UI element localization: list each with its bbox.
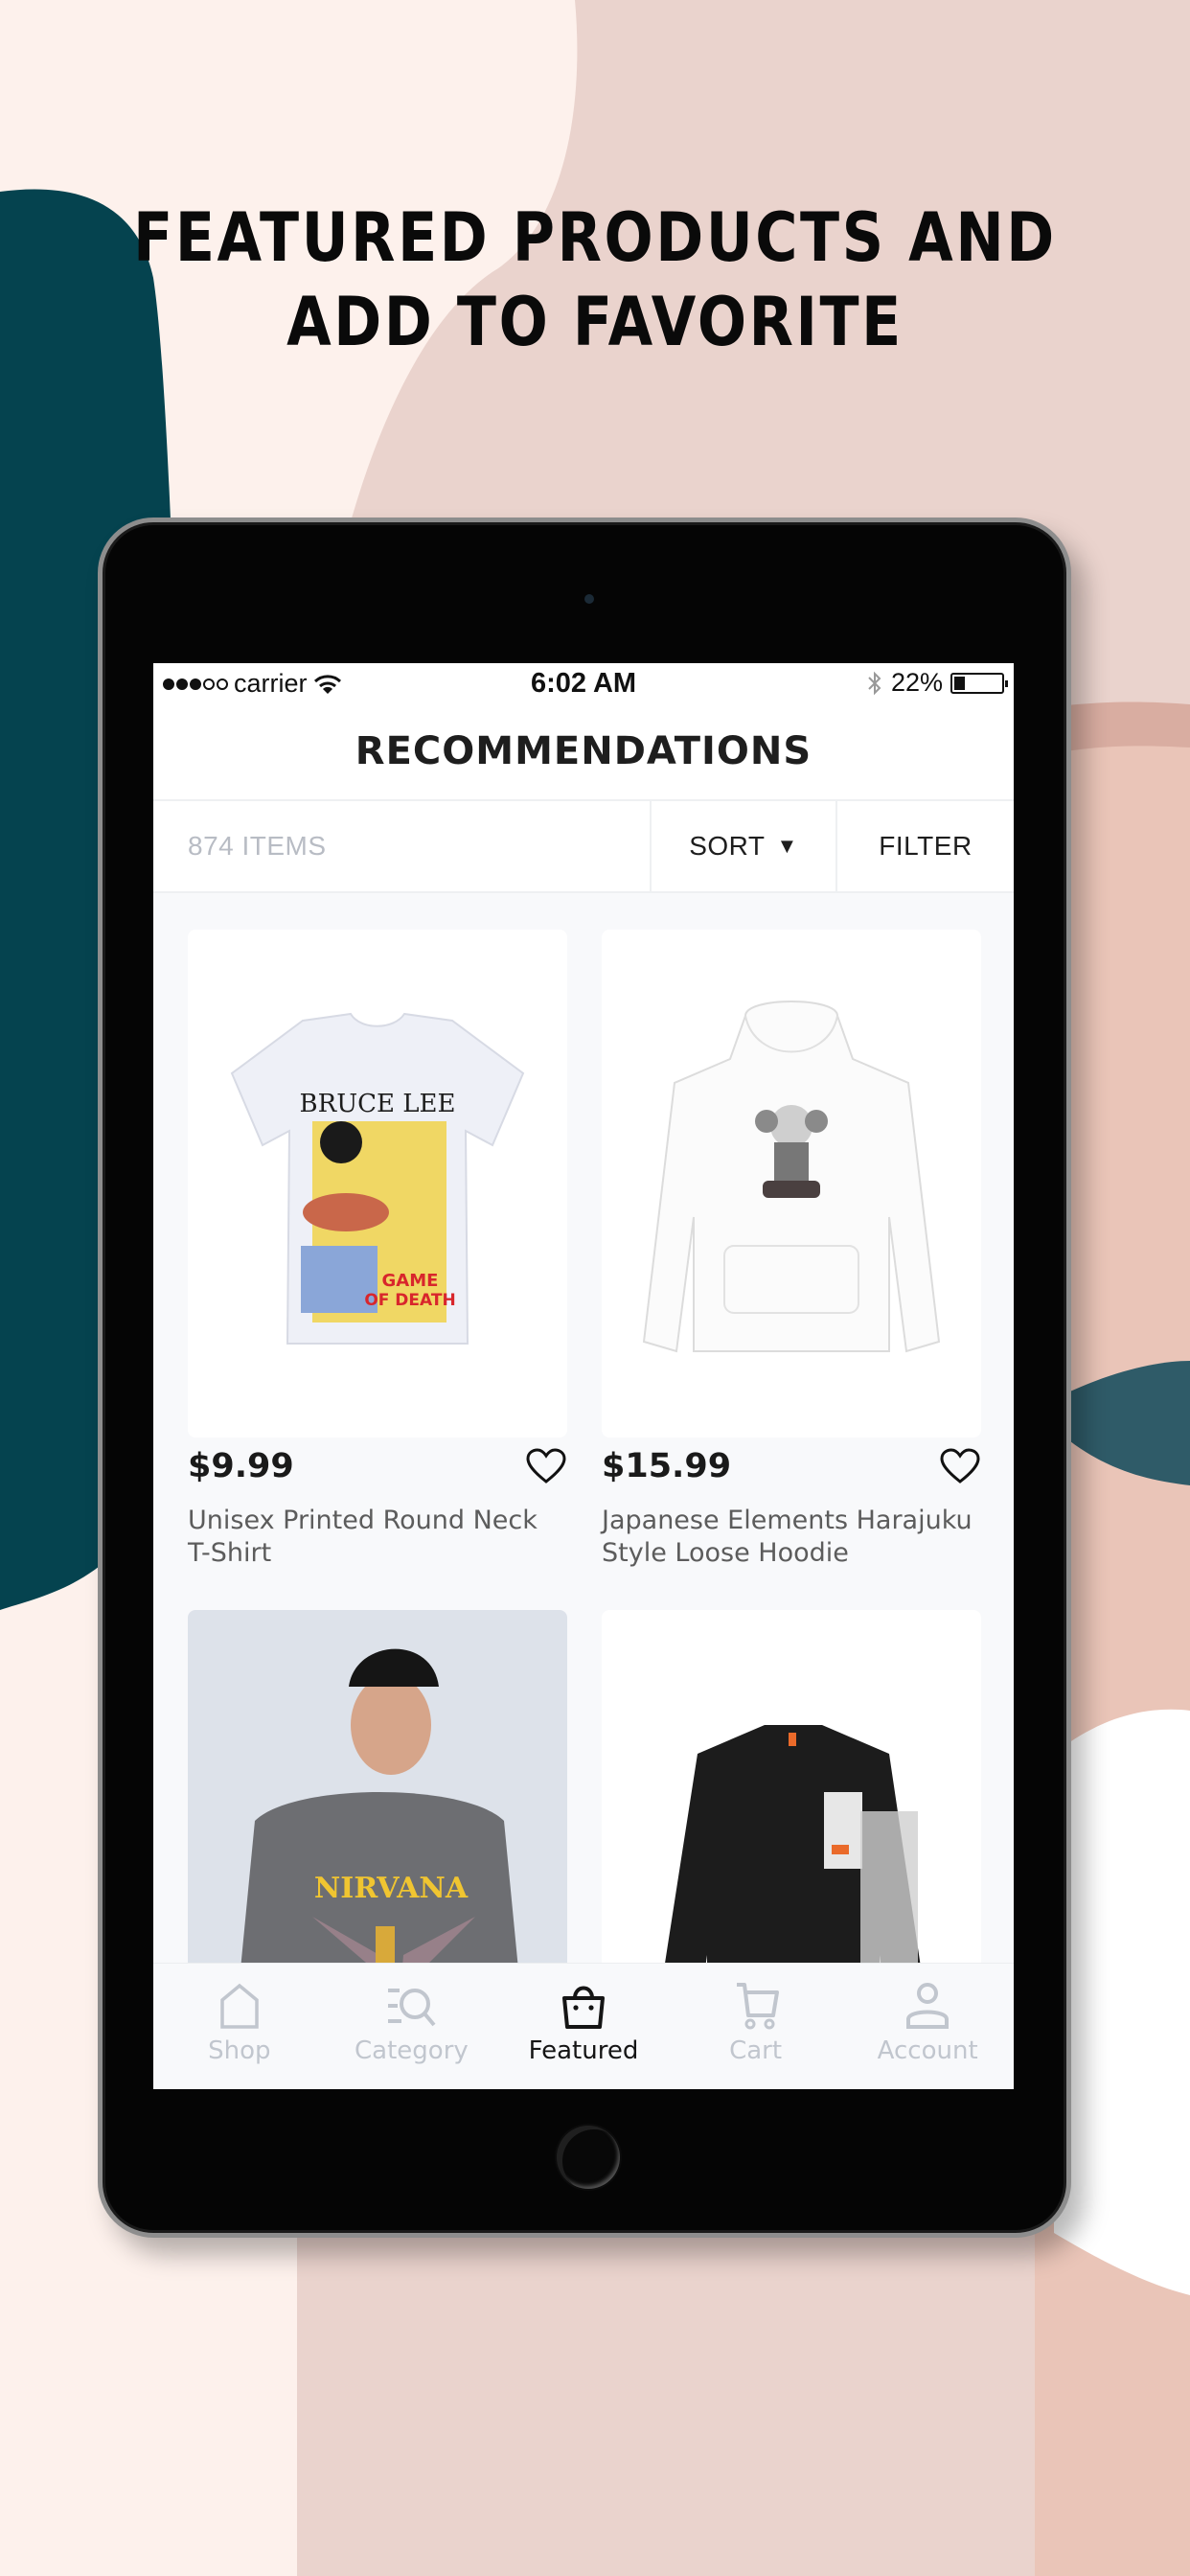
- sort-button[interactable]: SORT ▼: [650, 801, 835, 891]
- list-toolbar: 874 ITEMS SORT ▼ FILTER: [153, 799, 1014, 893]
- product-card[interactable]: $15.99 Japanese Elements Harajuku Style …: [602, 930, 981, 1610]
- tab-category[interactable]: Category: [326, 1964, 498, 2089]
- product-price: $15.99: [602, 1447, 732, 1485]
- tshirt-print-title: BRUCE LEE: [300, 1090, 456, 1118]
- headline-line-2: ADD TO FAVORITE: [286, 283, 904, 361]
- home-button[interactable]: [557, 2126, 620, 2189]
- tab-label: Featured: [528, 2036, 639, 2065]
- filter-label: FILTER: [879, 831, 973, 861]
- battery-icon: [950, 672, 1008, 694]
- product-card[interactable]: BRUCE LEE GAME OF DEATH $9.99 Unisex Pri…: [188, 930, 567, 1610]
- tshirt-print-sub1: GAME: [382, 1271, 439, 1291]
- tshirt-print-sub2: OF DEATH: [364, 1291, 455, 1310]
- tab-shop[interactable]: Shop: [153, 1964, 326, 2089]
- shopping-bag-icon: [561, 1986, 605, 2029]
- headline-line-1: FEATURED PRODUCTS AND: [133, 198, 1057, 277]
- tshirt-illustration: BRUCE LEE GAME OF DEATH: [230, 1012, 525, 1345]
- front-camera: [584, 594, 594, 604]
- product-price: $9.99: [188, 1447, 294, 1485]
- bluetooth-icon: [868, 671, 881, 695]
- category-search-icon: [388, 1989, 436, 2027]
- caret-down-icon: ▼: [776, 834, 798, 858]
- tab-label: Shop: [208, 2036, 271, 2065]
- hoodie-illustration: [642, 1000, 941, 1353]
- tab-label: Category: [355, 2036, 469, 2065]
- user-icon: [906, 1983, 950, 2029]
- page-header: RECOMMENDATIONS: [153, 703, 1014, 799]
- product-name[interactable]: Japanese Elements Harajuku Style Loose H…: [602, 1505, 981, 1570]
- battery-percent: 22%: [890, 668, 943, 697]
- product-image-hoodie[interactable]: [602, 930, 981, 1438]
- sweatshirt-print-text: NIRVANA: [314, 1872, 469, 1905]
- status-bar: carrier 6:02 AM 22%: [153, 663, 1014, 703]
- sort-label: SORT: [689, 831, 766, 861]
- battery-fill: [954, 676, 966, 690]
- tab-account[interactable]: Account: [841, 1964, 1014, 2089]
- heart-icon[interactable]: [525, 1447, 567, 1485]
- home-icon: [220, 1983, 259, 2029]
- product-image-tshirt[interactable]: BRUCE LEE GAME OF DEATH: [188, 930, 567, 1438]
- white-blob-right: [1054, 1709, 1190, 2295]
- item-count: 874 ITEMS: [188, 831, 327, 861]
- tab-cart[interactable]: Cart: [670, 1964, 842, 2089]
- heart-icon[interactable]: [939, 1447, 981, 1485]
- product-name[interactable]: Unisex Printed Round Neck T-Shirt: [188, 1505, 567, 1570]
- cart-icon: [736, 1983, 779, 2030]
- bottom-tab-bar: Shop Category Featured Cart Account: [153, 1963, 1014, 2089]
- headline: FEATURED PRODUCTS AND ADD TO FAVORITE: [83, 196, 1107, 364]
- page-title: RECOMMENDATIONS: [355, 729, 812, 773]
- tab-featured[interactable]: Featured: [497, 1964, 670, 2089]
- filter-button[interactable]: FILTER: [835, 801, 1014, 891]
- product-grid: BRUCE LEE GAME OF DEATH $9.99 Unisex Pri…: [188, 930, 985, 2089]
- tab-label: Cart: [729, 2036, 783, 2065]
- app-screen: carrier 6:02 AM 22% RECOMMENDATIONS 874 …: [153, 663, 1014, 2089]
- tab-label: Account: [877, 2036, 978, 2065]
